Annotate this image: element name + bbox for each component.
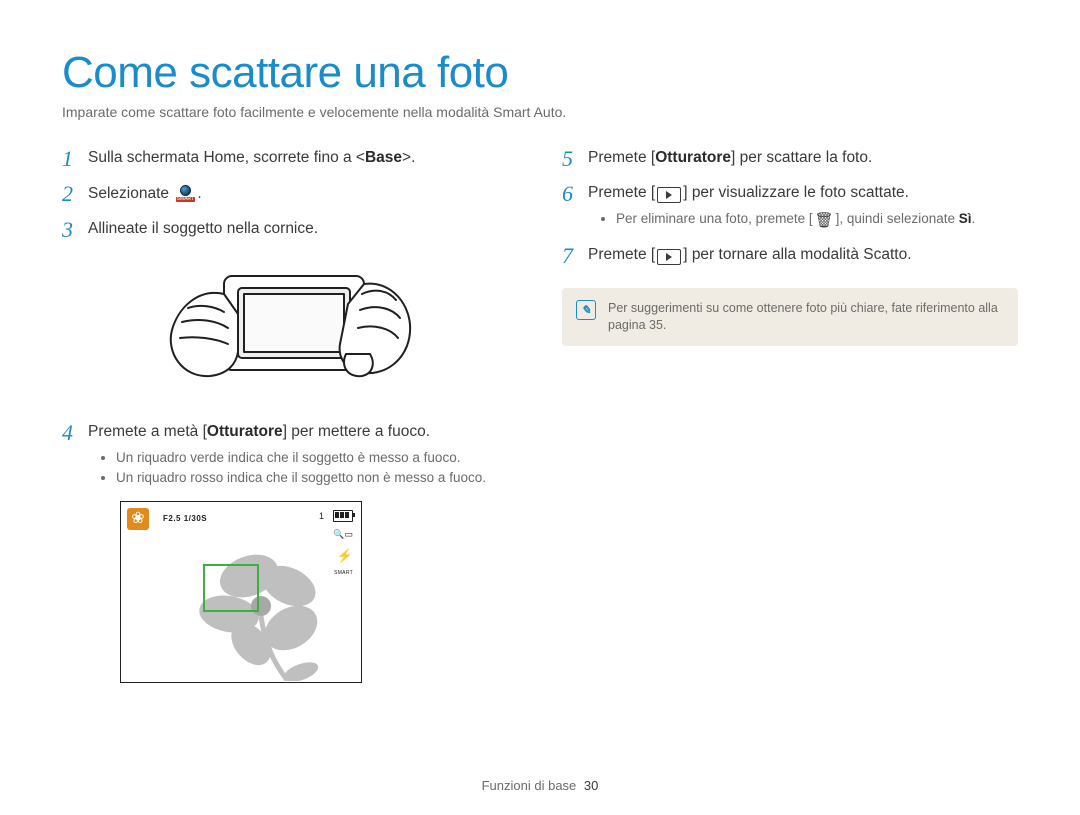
step-2: 2 Selezionate SMART . (62, 183, 518, 205)
step-1: 1 Sulla schermata Home, scorrete fino a … (62, 148, 518, 169)
footer-section: Funzioni di base (482, 778, 577, 793)
left-column: 1 Sulla schermata Home, scorrete fino a … (62, 148, 518, 697)
step-text: Premete [ (588, 149, 655, 166)
step-text: Sulla schermata Home, scorrete fino a < (88, 149, 365, 166)
emphasis: Otturatore (655, 149, 731, 166)
sub-bullet: Un riquadro verde indica che il soggetto… (116, 449, 518, 467)
tip-callout: ✎ Per suggerimenti su come ottenere foto… (562, 288, 1018, 346)
step-number: 3 (62, 215, 73, 245)
page-subtitle: Imparate come scattare foto facilmente e… (62, 104, 1018, 120)
step-text: Selezionate (88, 185, 173, 202)
step-number: 7 (562, 241, 573, 271)
note-icon: ✎ (576, 300, 596, 320)
macro-icon: ❀ (127, 508, 149, 530)
playback-icon (657, 249, 681, 265)
step-7: 7 Premete [] per tornare alla modalità S… (562, 245, 1018, 266)
right-column: 5 Premete [Otturatore] per scattare la f… (562, 148, 1018, 697)
step-4: 4 Premete a metà [Otturatore] per metter… (62, 422, 518, 683)
step-text: ] per visualizzare le foto scattate. (683, 184, 909, 201)
step-text: ] per scattare la foto. (731, 149, 872, 166)
exposure-readout: F2.5 1/30S (163, 514, 207, 525)
sub-bullet: Un riquadro rosso indica che il soggetto… (116, 469, 518, 487)
step-number: 5 (562, 144, 573, 174)
step-6: 6 Premete [] per visualizzare le foto sc… (562, 183, 1018, 231)
step-number: 6 (562, 179, 573, 209)
camera-lcd-preview: ❀ F2.5 1/30S 1 🔍▭ ⚡ SMART (120, 501, 362, 683)
tip-text: Per suggerimenti su come ottenere foto p… (608, 300, 1004, 334)
playback-icon (657, 187, 681, 203)
battery-icon (333, 510, 353, 522)
step-number: 1 (62, 144, 73, 174)
step-number: 4 (62, 418, 73, 448)
shots-remaining: 1 (319, 510, 324, 522)
flash-auto-icon: ⚡ (337, 547, 353, 565)
trash-icon: 🗑 (815, 211, 834, 231)
emphasis: Base (365, 149, 402, 166)
step-text: ] per tornare alla modalità Scatto. (683, 246, 911, 263)
step-text: Premete [ (588, 246, 655, 263)
step-text: >. (402, 149, 415, 166)
step-3: 3 Allineate il soggetto nella cornice. (62, 219, 518, 408)
page-title: Come scattare una foto (62, 48, 1018, 98)
step-text: Premete [ (588, 184, 655, 201)
step-5: 5 Premete [Otturatore] per scattare la f… (562, 148, 1018, 169)
page-number: 30 (584, 778, 598, 793)
step-text: ] per mettere a fuoco. (283, 423, 430, 440)
page-footer: Funzioni di base 30 (0, 778, 1080, 793)
hands-holding-camera-illustration (148, 258, 518, 408)
step-text: Allineate il soggetto nella cornice. (88, 220, 318, 237)
sub-bullet: Per eliminare una foto, premete [🗑], qui… (616, 210, 1018, 231)
step-text: Premete a metà [ (88, 423, 207, 440)
emphasis: Otturatore (207, 423, 283, 440)
autofocus-box (203, 564, 259, 612)
smart-mode-icon: SMART (174, 183, 196, 205)
step-number: 2 (62, 179, 73, 209)
